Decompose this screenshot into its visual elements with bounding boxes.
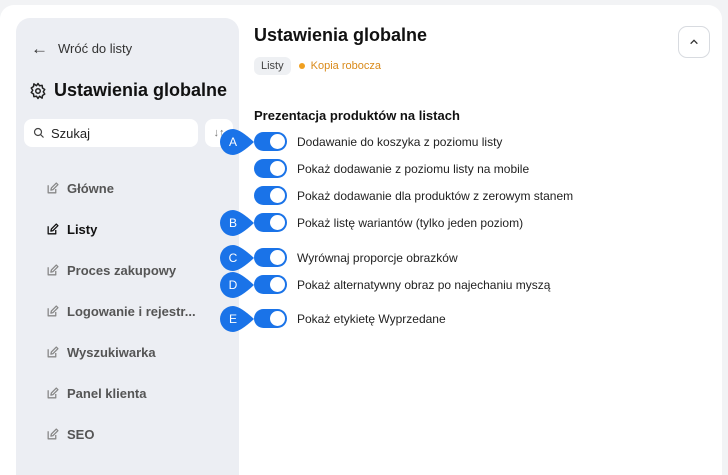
setting-label: Wyrównaj proporcje obrazków	[297, 250, 458, 265]
callout-marker: C	[220, 245, 254, 271]
toggle-switch[interactable]	[254, 132, 287, 151]
search-input[interactable]	[51, 125, 181, 141]
edit-icon	[47, 428, 59, 440]
callout-letter: B	[228, 216, 237, 230]
sidebar-item-label: Wyszukiwarka	[67, 345, 156, 360]
callout-letter: C	[228, 251, 238, 265]
gear-icon	[30, 82, 46, 99]
setting-row: Pokaż alternatywny obraz po najechaniu m…	[254, 275, 550, 294]
page-meta: Listy Kopia robocza	[254, 57, 381, 75]
setting-label: Pokaż etykietę Wyprzedane	[297, 311, 446, 326]
edit-icon	[47, 387, 59, 399]
sidebar-item[interactable]: Panel klienta	[46, 373, 196, 414]
sidebar-item[interactable]: Proces zakupowy	[46, 250, 196, 291]
status-dot-icon	[298, 63, 305, 69]
back-link-label: Wróć do listy	[58, 41, 133, 56]
collapse-button[interactable]	[678, 26, 710, 58]
setting-label: Pokaż listę wariantów (tylko jeden pozio…	[297, 215, 524, 230]
setting-row: Dodawanie do koszyka z poziomu listy	[254, 132, 502, 151]
edit-icon	[47, 346, 59, 358]
sidebar-item[interactable]: Wyszukiwarka	[46, 332, 196, 373]
setting-row: Pokaż listę wariantów (tylko jeden pozio…	[254, 213, 523, 232]
callout-letter: A	[228, 135, 237, 149]
sidebar-item[interactable]: Listy	[46, 209, 196, 250]
section-title: Prezentacja produktów na listach	[254, 108, 460, 123]
sidebar-title: Ustawienia globalne	[29, 80, 227, 101]
arrow-left-icon: ←	[31, 39, 48, 58]
sidebar-item-label: Główne	[67, 181, 114, 196]
setting-row: Pokaż etykietę Wyprzedane	[254, 309, 446, 328]
setting-label: Dodawanie do koszyka z poziomu listy	[297, 134, 503, 149]
callout-letter: D	[228, 278, 238, 292]
sidebar-item-label: Panel klienta	[67, 386, 147, 401]
toggle-switch[interactable]	[254, 213, 287, 232]
callout-marker: A	[220, 129, 254, 155]
edit-icon	[47, 305, 59, 317]
toggle-switch[interactable]	[254, 186, 287, 205]
edit-icon	[47, 223, 59, 235]
edit-icon	[47, 264, 59, 276]
toggle-switch[interactable]	[254, 309, 287, 328]
app-window: ← Wróć do listy Ustawienia globalne ↓↑ G…	[0, 5, 722, 475]
sidebar-item[interactable]: Główne	[46, 168, 196, 209]
sidebar-item-label: Logowanie i rejestr...	[67, 304, 196, 319]
callout-marker: D	[220, 272, 254, 298]
sidebar-title-text: Ustawienia globalne	[54, 80, 228, 100]
callout-letter: E	[228, 312, 237, 326]
search-box	[24, 119, 198, 147]
status-label: Kopia robocza	[310, 60, 381, 72]
toggle-switch[interactable]	[254, 159, 287, 178]
setting-row: Pokaż dodawanie dla produktów z zerowym …	[254, 186, 573, 205]
page-title: Ustawienia globalne	[254, 25, 428, 45]
setting-row: Pokaż dodawanie z poziomu listy na mobil…	[254, 159, 529, 178]
sidebar-item-label: Proces zakupowy	[67, 263, 177, 278]
sidebar-item-label: SEO	[67, 427, 95, 442]
status-badge: Kopia robocza	[298, 60, 381, 72]
sidebar: ← Wróć do listy Ustawienia globalne ↓↑ G…	[16, 18, 239, 475]
search-icon	[33, 127, 44, 138]
toggle-switch[interactable]	[254, 275, 287, 294]
sidebar-item[interactable]: SEO	[46, 414, 196, 455]
callout-marker: E	[220, 306, 254, 332]
edit-icon	[47, 182, 59, 194]
toggle-switch[interactable]	[254, 248, 287, 267]
setting-label: Pokaż dodawanie z poziomu listy na mobil…	[297, 161, 530, 176]
category-tag: Listy	[254, 57, 291, 75]
callout-marker: B	[220, 210, 254, 236]
sidebar-item[interactable]: Logowanie i rejestr...	[46, 291, 196, 332]
setting-label: Pokaż alternatywny obraz po najechaniu m…	[297, 277, 551, 292]
chevron-up-icon	[690, 39, 698, 45]
sidebar-nav: Główne Listy Proces zakupowy Logowanie i re…	[46, 168, 196, 455]
back-to-list-link[interactable]: ← Wróć do listy	[31, 40, 132, 57]
sidebar-item-label: Listy	[67, 222, 98, 237]
setting-row: Wyrównaj proporcje obrazków	[254, 248, 458, 267]
setting-label: Pokaż dodawanie dla produktów z zerowym …	[297, 188, 574, 203]
